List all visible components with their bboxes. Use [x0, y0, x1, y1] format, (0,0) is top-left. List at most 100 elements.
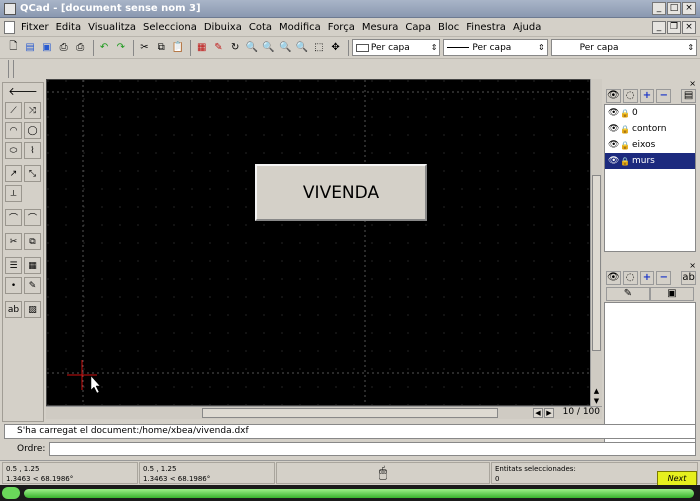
snap-tool-icon[interactable]: • — [5, 277, 22, 294]
add-layer-icon[interactable]: + — [639, 89, 655, 103]
text-tool-icon[interactable]: ☰ — [5, 257, 22, 274]
show-all-blocks-icon[interactable]: 👁 — [606, 271, 621, 285]
open-file-icon[interactable]: ▤ — [23, 40, 38, 55]
toolbar-handle[interactable] — [8, 60, 14, 78]
mdi-restore-icon[interactable]: ❐ — [667, 21, 681, 34]
close-icon[interactable]: × — [682, 2, 696, 15]
properties-tool-icon[interactable]: ▦ — [24, 257, 41, 274]
eye-icon[interactable]: 👁 — [608, 156, 620, 166]
menu-mesura[interactable]: Mesura — [362, 22, 399, 33]
zoom-out-icon[interactable]: 🔍 — [261, 40, 276, 55]
zoom-pan-icon[interactable]: ✥ — [328, 40, 343, 55]
lock-icon[interactable]: 🔒 — [620, 141, 630, 150]
new-file-icon[interactable]: 🗋 — [6, 40, 21, 55]
back-arrow-icon[interactable]: 🡐 — [6, 85, 40, 99]
lock-icon[interactable]: 🔒 — [620, 109, 630, 118]
image-insert-icon[interactable]: ▨ — [24, 301, 41, 318]
save-icon[interactable]: ▣ — [39, 40, 54, 55]
pen-tool-icon[interactable]: ✎ — [24, 277, 41, 294]
scroll-up-icon[interactable]: ▲ — [592, 387, 601, 396]
dock-close-icon[interactable]: × — [604, 262, 696, 270]
add-block-icon[interactable]: + — [639, 271, 655, 285]
dimension-tool-icon[interactable]: ↗ — [5, 165, 22, 182]
maximize-icon[interactable]: □ — [667, 2, 681, 15]
zoom-previous-icon[interactable]: 🔍 — [295, 40, 310, 55]
lock-icon[interactable]: 🔒 — [620, 125, 630, 134]
remove-block-icon[interactable]: − — [656, 271, 672, 285]
horizontal-scrollbar[interactable]: ◀ ▶ 10 / 100 — [46, 406, 602, 419]
start-icon[interactable] — [2, 487, 20, 499]
menu-capa[interactable]: Capa — [405, 22, 431, 33]
menu-edita[interactable]: Edita — [56, 22, 82, 33]
zoom-window-icon[interactable]: ⬚ — [311, 40, 326, 55]
menu-visualitza[interactable]: Visualitza — [88, 22, 136, 33]
menu-finestra[interactable]: Finestra — [466, 22, 506, 33]
next-button[interactable]: Next — [657, 471, 697, 486]
width-combo[interactable]: Per capa ⇕ — [443, 39, 548, 56]
hide-all-layers-icon[interactable]: ◌ — [622, 89, 638, 103]
eye-icon[interactable]: 👁 — [608, 108, 620, 118]
layer-row-contorn[interactable]: 👁 🔒 contorn — [605, 121, 695, 137]
measure-tool-icon[interactable]: ⟂ — [5, 185, 22, 202]
redo-icon[interactable]: ↷ — [113, 40, 128, 55]
hide-all-blocks-icon[interactable]: ◌ — [622, 271, 638, 285]
print-preview-icon[interactable]: ⎙ — [73, 40, 88, 55]
remove-layer-icon[interactable]: − — [656, 89, 672, 103]
mdi-close-icon[interactable]: × — [682, 21, 696, 34]
dock-close-icon[interactable]: × — [604, 80, 696, 88]
command-input[interactable] — [49, 442, 696, 456]
arc-tool-icon[interactable]: ◠ — [5, 122, 22, 139]
eye-icon[interactable]: 👁 — [608, 140, 620, 150]
print-icon[interactable]: ⎙ — [56, 40, 71, 55]
mdi-minimize-icon[interactable]: _ — [652, 21, 666, 34]
vertical-scrollbar[interactable]: ▲ ▼ — [590, 79, 602, 406]
layer-row-0[interactable]: 👁 🔒 0 — [605, 105, 695, 121]
zoom-auto-icon[interactable]: 🔍 — [278, 40, 293, 55]
menu-ajuda[interactable]: Ajuda — [513, 22, 541, 33]
insert-block-icon[interactable]: ▣ — [650, 287, 694, 301]
menu-fitxer[interactable]: Fitxer — [21, 22, 49, 33]
show-all-layers-icon[interactable]: 👁 — [606, 89, 621, 103]
layer-row-eixos[interactable]: 👁 🔒 eixos — [605, 137, 695, 153]
hatch-tool-icon[interactable]: ⤡ — [24, 165, 41, 182]
circle-tool-icon[interactable]: ◯ — [24, 122, 41, 139]
layer-row-murs[interactable]: 👁 🔒 murs — [605, 153, 695, 169]
menu-dibuixa[interactable]: Dibuixa — [204, 22, 242, 33]
menu-selecciona[interactable]: Selecciona — [143, 22, 197, 33]
scroll-right-icon[interactable]: ▶ — [544, 408, 554, 418]
menu-cota[interactable]: Cota — [249, 22, 272, 33]
copy-icon[interactable]: ⧉ — [154, 40, 169, 55]
draft-pencil-icon[interactable]: ✎ — [211, 40, 226, 55]
zoom-in-icon[interactable]: 🔍 — [245, 40, 260, 55]
polyline-tool-icon[interactable]: ⌇ — [24, 142, 41, 159]
eye-icon[interactable]: 👁 — [608, 124, 620, 134]
point-tool-icon[interactable]: ⤨ — [24, 102, 41, 119]
menu-forca[interactable]: Força — [328, 22, 355, 33]
undo-icon[interactable]: ↶ — [97, 40, 112, 55]
scroll-left-icon[interactable]: ◀ — [533, 408, 543, 418]
minimize-icon[interactable]: _ — [652, 2, 666, 15]
abc-text-icon[interactable]: ab — [5, 301, 22, 318]
scroll-down-icon[interactable]: ▼ — [592, 397, 601, 406]
drawing-canvas[interactable]: VIVENDA — [46, 79, 602, 406]
edit-block-icon[interactable]: ✎ — [606, 287, 650, 301]
edit-layer-icon[interactable]: ▤ — [681, 89, 696, 103]
document-icon[interactable] — [4, 20, 15, 34]
move-tool-icon[interactable]: ⧉ — [24, 233, 41, 250]
line-tool-icon[interactable]: ⟋ — [5, 102, 22, 119]
color-combo[interactable]: Per capa ⇕ — [351, 39, 441, 56]
cut-icon[interactable]: ✂ — [137, 40, 152, 55]
lock-icon[interactable]: 🔒 — [620, 157, 630, 166]
grid-icon[interactable]: ▦ — [194, 40, 209, 55]
ellipse-tool-icon[interactable]: ⬭ — [5, 142, 22, 159]
linetype-combo[interactable]: Per capa ⇕ — [550, 39, 698, 56]
trim-tool-icon[interactable]: ✂ — [5, 233, 22, 250]
chamfer-tool-icon[interactable]: ⌒ — [24, 209, 41, 226]
paste-icon[interactable]: 📋 — [171, 40, 186, 55]
menu-bloc[interactable]: Bloc — [438, 22, 459, 33]
redraw-icon[interactable]: ↻ — [228, 40, 243, 55]
hscroll-thumb[interactable] — [202, 408, 498, 418]
menu-modifica[interactable]: Modifica — [279, 22, 321, 33]
vscroll-thumb[interactable] — [592, 175, 601, 351]
rename-block-icon[interactable]: ab — [681, 271, 696, 285]
